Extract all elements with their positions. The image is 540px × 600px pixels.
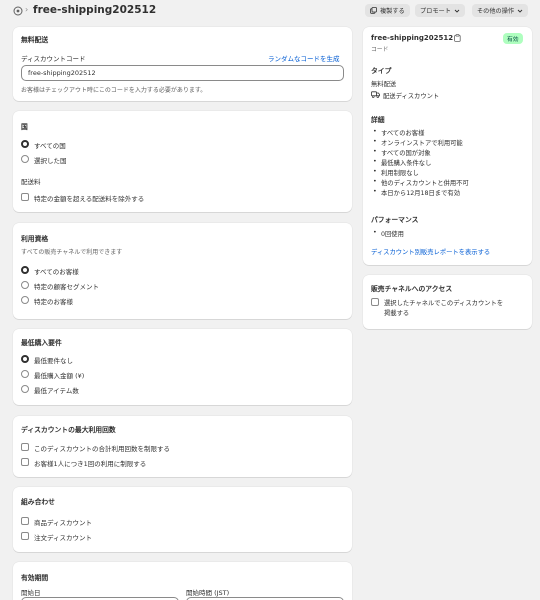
copy-icon[interactable] [454,34,461,44]
product-discount-checkbox[interactable] [21,517,29,525]
details-item: 本日から12月18日まで有効 [373,188,460,197]
page-title: free-shipping202512 [33,4,157,16]
selected-countries-label: 選択した国 [34,157,67,165]
type-value: 無料配送 [371,81,397,88]
discount-icon[interactable] [13,6,23,16]
start-time-label: 開始時間 (JST) [186,589,230,597]
duplicate-button[interactable]: 複製する [365,4,410,17]
limit-one-per-customer-label: お客様1人につき1回の利用に制限する [34,460,147,468]
status-badge: 有効 [503,33,523,44]
duplicate-icon [370,7,377,14]
duplicate-label: 複製する [380,8,405,15]
summary-code: free-shipping202512 [371,34,454,42]
limit-one-per-customer-checkbox[interactable] [21,458,29,466]
details-item: オンラインストアで利用可能 [373,138,463,147]
radio-customer-segments[interactable] [21,281,29,289]
truck-icon [371,91,380,100]
max-uses-title: ディスカウントの最大利用回数 [21,426,116,434]
code-label: ディスカウントコード [21,55,86,63]
countries-title: 国 [21,123,28,131]
summary-code-sub: コード [371,47,389,53]
details-item: 利用制限なし [373,168,419,177]
chevron-down-icon [517,9,523,13]
active-dates-title: 有効期間 [21,574,49,582]
specific-customers-label: 特定のお客様 [34,298,73,306]
generate-code-link[interactable]: ランダムなコードを生成 [268,53,340,63]
sales-channels-title: 販売チャネルへのアクセス [371,285,453,293]
sales-channel-checkbox[interactable] [371,298,379,306]
radio-selected-countries[interactable] [21,155,29,163]
order-discount-checkbox[interactable] [21,532,29,540]
start-date-label: 開始日 [21,589,41,597]
countries-card: 国 すべての国 選択した国 配送料 特定の金額を超える配送料を除外する [13,111,352,212]
method-title: 無料配送 [21,36,49,44]
method-card: 無料配送 ディスカウントコード ランダムなコードを生成 free-shippin… [13,27,352,101]
performance-title: パフォーマンス [371,216,419,224]
exclude-rates-label: 特定の金額を超える配送料を除外する [34,195,145,203]
type-title: タイプ [371,67,392,75]
max-uses-card: ディスカウントの最大利用回数 このディスカウントの合計利用回数を制限する お客様… [13,416,352,477]
limit-total-uses-label: このディスカウントの合計利用回数を制限する [34,445,171,453]
min-requirements-title: 最低購入要件 [21,339,62,347]
eligibility-title: 利用資格 [21,235,49,243]
discount-code-value: free-shipping202512 [28,69,96,77]
all-countries-label: すべての国 [34,142,66,150]
details-item: 最低購入条件なし [373,158,431,167]
active-dates-card: 有効期間 開始日 開始時間 (JST) [13,562,352,600]
more-actions-label: その他の操作 [477,8,515,15]
details-title: 詳細 [371,116,385,124]
radio-specific-customers[interactable] [21,296,29,304]
sales-channel-label-line2: 掲載する [384,310,410,317]
radio-no-minimum[interactable] [21,355,29,363]
more-actions-button[interactable]: その他の操作 [472,4,529,17]
no-minimum-label: 最低要件なし [34,357,73,365]
min-amount-label: 最低購入金額 (¥) [34,372,85,380]
order-discount-label: 注文ディスカウント [34,534,93,542]
radio-min-amount[interactable] [21,370,29,378]
customer-segments-label: 特定の顧客セグメント [34,283,99,291]
min-requirements-card: 最低購入要件 最低要件なし 最低購入金額 (¥) 最低アイテム数 [13,329,352,405]
details-item: 他のディスカウントと併用不可 [373,178,469,187]
combinations-card: 組み合わせ 商品ディスカウント 注文ディスカウント [13,487,352,552]
chevron-down-icon [454,9,460,13]
sales-channel-label-line1: 選択したチャネルでこのディスカウントを [384,300,504,307]
radio-min-items[interactable] [21,385,29,393]
limit-total-uses-checkbox[interactable] [21,443,29,451]
type-detail: 配送ディスカウント [383,93,440,100]
details-item: すべての国が対象 [373,148,431,157]
combinations-title: 組み合わせ [21,498,55,506]
summary-card: free-shipping202512 有効 コード タイプ 無料配送 配送ディ… [363,27,532,265]
exclude-rates-checkbox[interactable] [21,193,29,201]
promote-button[interactable]: プロモート [415,4,465,17]
breadcrumb-separator: › [25,5,29,14]
min-items-label: 最低アイテム数 [34,387,79,395]
performance-item: 0回使用 [373,229,404,238]
details-item: すべてのお客様 [373,128,424,137]
code-help-text: お客様はチェックアウト時にこのコードを入力する必要があります。 [21,87,207,94]
promote-label: プロモート [420,8,451,15]
eligibility-sub: すべての販売チャネルで利用できます [21,249,123,256]
sales-report-link[interactable]: ディスカウント別販売レポートを表示する [371,247,490,256]
eligibility-card: 利用資格 すべての販売チャネルで利用できます すべてのお客様 特定の顧客セグメン… [13,223,352,319]
all-customers-label: すべてのお客様 [34,268,79,276]
product-discount-label: 商品ディスカウント [34,519,93,527]
top-bar: › free-shipping202512 複製する プロモート その他の操作 [0,0,540,22]
radio-all-customers[interactable] [21,266,29,274]
shipping-rates-label: 配送料 [21,178,41,186]
radio-all-countries[interactable] [21,140,29,148]
discount-code-input[interactable]: free-shipping202512 [21,65,344,81]
sales-channels-card: 販売チャネルへのアクセス 選択したチャネルでこのディスカウントを 掲載する [363,275,532,329]
